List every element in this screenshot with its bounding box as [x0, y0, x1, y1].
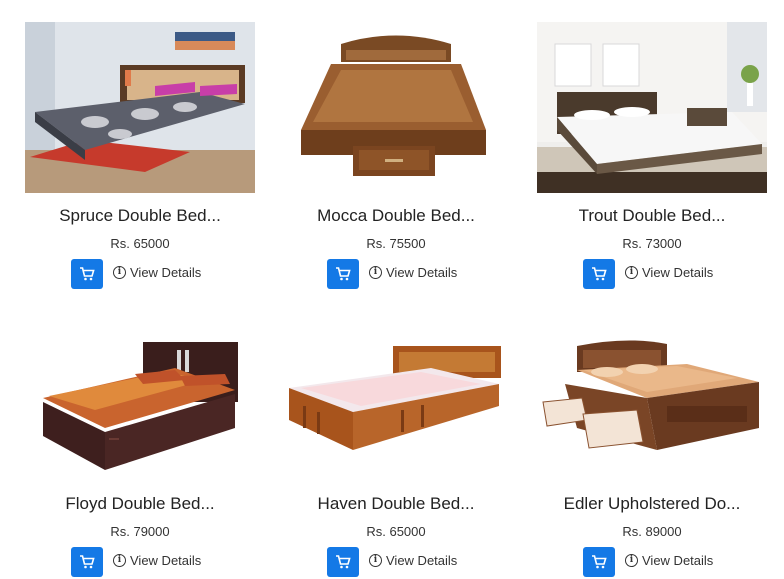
product-title[interactable]: Mocca Double Bed... [281, 206, 511, 226]
product-title[interactable]: Edler Upholstered Do... [537, 494, 767, 514]
cart-icon [336, 555, 351, 569]
product-price: Rs. 65000 [366, 524, 426, 539]
cart-icon [80, 555, 95, 569]
view-details-link[interactable]: i View Details [625, 265, 713, 280]
view-details-link[interactable]: i View Details [369, 553, 457, 568]
info-icon: i [625, 554, 638, 567]
product-title[interactable]: Floyd Double Bed... [25, 494, 255, 514]
view-details-label: View Details [642, 265, 714, 280]
product-image[interactable] [537, 310, 767, 481]
view-details-label: View Details [386, 265, 458, 280]
info-icon: i [113, 266, 126, 279]
info-icon: i [369, 266, 382, 279]
product-image[interactable] [281, 310, 511, 481]
product-image[interactable] [537, 22, 767, 193]
add-to-cart-button[interactable] [71, 259, 103, 289]
cart-icon [336, 267, 351, 281]
view-details-label: View Details [130, 553, 202, 568]
view-details-label: View Details [386, 553, 458, 568]
product-image[interactable] [25, 22, 255, 193]
info-icon: i [625, 266, 638, 279]
product-title[interactable]: Spruce Double Bed... [25, 206, 255, 226]
add-to-cart-button[interactable] [71, 547, 103, 577]
product-title[interactable]: Trout Double Bed... [537, 206, 767, 226]
view-details-link[interactable]: i View Details [369, 265, 457, 280]
view-details-link[interactable]: i View Details [113, 553, 201, 568]
product-title[interactable]: Haven Double Bed... [281, 494, 511, 514]
add-to-cart-button[interactable] [327, 547, 359, 577]
view-details-link[interactable]: i View Details [625, 553, 713, 568]
product-price: Rs. 75500 [366, 236, 426, 251]
add-to-cart-button[interactable] [583, 259, 615, 289]
product-price: Rs. 89000 [622, 524, 682, 539]
cart-icon [80, 267, 95, 281]
product-image[interactable] [281, 22, 511, 193]
product-image[interactable] [25, 310, 255, 481]
cart-icon [592, 267, 607, 281]
add-to-cart-button[interactable] [583, 547, 615, 577]
add-to-cart-button[interactable] [327, 259, 359, 289]
info-icon: i [369, 554, 382, 567]
view-details-label: View Details [642, 553, 714, 568]
product-price: Rs. 65000 [110, 236, 170, 251]
view-details-link[interactable]: i View Details [113, 265, 201, 280]
cart-icon [592, 555, 607, 569]
product-price: Rs. 79000 [110, 524, 170, 539]
product-price: Rs. 73000 [622, 236, 682, 251]
info-icon: i [113, 554, 126, 567]
view-details-label: View Details [130, 265, 202, 280]
